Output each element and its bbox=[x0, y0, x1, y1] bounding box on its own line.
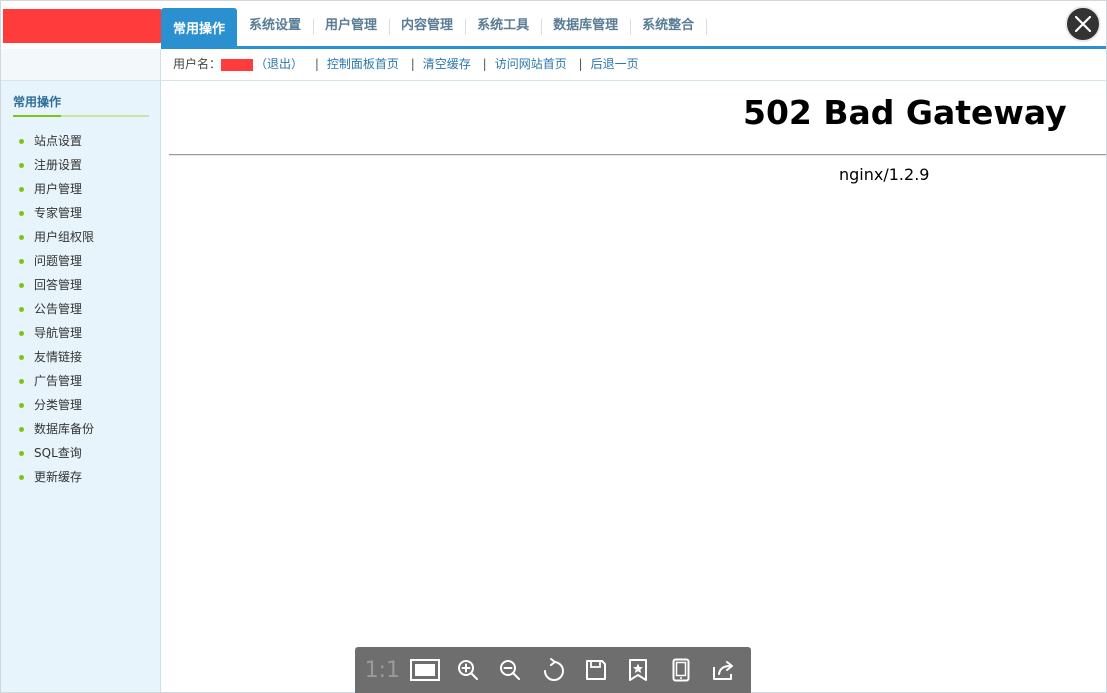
sidebar-item-question-management[interactable]: 问题管理 bbox=[1, 249, 160, 273]
tablet-icon bbox=[672, 658, 690, 682]
bullet-icon bbox=[19, 450, 24, 456]
sidebar-item-label: 站点设置 bbox=[34, 134, 83, 148]
zoom-out-icon bbox=[500, 660, 521, 680]
logout-link[interactable]: （退出） bbox=[255, 57, 303, 71]
tab-system-integration[interactable]: 系统整合 bbox=[630, 12, 708, 40]
redacted-username bbox=[221, 58, 254, 71]
sidebar-item-answer-management[interactable]: 回答管理 bbox=[1, 273, 160, 297]
sidebar-item-expert-management[interactable]: 专家管理 bbox=[1, 201, 160, 225]
fit-window-icon bbox=[409, 659, 440, 681]
sidebar-item-label: 广告管理 bbox=[34, 374, 83, 388]
sidebar-item-label: 导航管理 bbox=[34, 326, 83, 340]
image-viewer-toolbar: 1:1 bbox=[355, 647, 751, 693]
sidebar-item-user-management[interactable]: 用户管理 bbox=[1, 177, 160, 201]
sidebar-item-usergroup-permissions[interactable]: 用户组权限 bbox=[1, 225, 160, 249]
separator: | bbox=[410, 57, 415, 71]
sidebar-item-label: 公告管理 bbox=[34, 302, 83, 316]
share-button[interactable] bbox=[708, 654, 740, 686]
sidebar-item-update-cache[interactable]: 更新缓存 bbox=[1, 465, 160, 489]
sidebar-item-label: 回答管理 bbox=[34, 278, 83, 292]
sidebar-item-database-backup[interactable]: 数据库备份 bbox=[1, 417, 160, 441]
zoom-in-icon bbox=[457, 660, 478, 680]
error-title: 502 Bad Gateway bbox=[743, 93, 1067, 132]
sidebar-item-site-settings[interactable]: 站点设置 bbox=[1, 129, 160, 153]
sidebar-item-registration-settings[interactable]: 注册设置 bbox=[1, 153, 160, 177]
sidebar-item-label: 问题管理 bbox=[34, 254, 83, 268]
sidebar-item-announcement-management[interactable]: 公告管理 bbox=[1, 297, 160, 321]
top-navigation: 常用操作 系统设置 用户管理 内容管理 系统工具 数据库管理 系统整合 bbox=[161, 1, 1106, 49]
sidebar-item-label: 数据库备份 bbox=[34, 422, 95, 436]
bullet-icon bbox=[19, 162, 24, 168]
tab-content-management[interactable]: 内容管理 bbox=[389, 12, 467, 40]
bullet-icon bbox=[19, 186, 24, 192]
control-panel-home-link[interactable]: 控制面板首页 bbox=[327, 57, 399, 71]
bullet-icon bbox=[19, 306, 24, 312]
bullet-icon bbox=[19, 354, 24, 360]
sidebar-item-label: 注册设置 bbox=[34, 158, 83, 172]
bullet-icon bbox=[19, 426, 24, 432]
sidebar-title-underline bbox=[13, 115, 149, 117]
user-bar: 用户名： （退出） | 控制面板首页 | 清空缓存 | 访问网站首页 | 后退一页 bbox=[161, 49, 1106, 81]
share-icon bbox=[712, 661, 733, 680]
close-icon bbox=[1075, 16, 1091, 32]
sidebar-menu: 站点设置 注册设置 用户管理 专家管理 用户组权限 问题管理 回答管理 公告管理… bbox=[1, 117, 160, 489]
visit-site-home-link[interactable]: 访问网站首页 bbox=[495, 57, 567, 71]
separator: | bbox=[482, 57, 487, 71]
sidebar-item-label: SQL查询 bbox=[34, 446, 82, 460]
tab-database-management[interactable]: 数据库管理 bbox=[541, 12, 632, 40]
fit-window-button[interactable] bbox=[409, 654, 441, 686]
bullet-icon bbox=[19, 258, 24, 264]
clear-cache-link[interactable]: 清空缓存 bbox=[423, 57, 471, 71]
bullet-icon bbox=[19, 138, 24, 144]
tab-system-settings[interactable]: 系统设置 bbox=[237, 12, 315, 40]
save-icon bbox=[585, 660, 606, 680]
sidebar-item-label: 更新缓存 bbox=[34, 470, 83, 484]
tab-user-management[interactable]: 用户管理 bbox=[313, 12, 391, 40]
save-button[interactable] bbox=[580, 654, 612, 686]
go-back-link[interactable]: 后退一页 bbox=[591, 57, 639, 71]
tab-common-operations[interactable]: 常用操作 bbox=[161, 8, 238, 46]
tab-system-tools[interactable]: 系统工具 bbox=[465, 12, 543, 40]
sidebar-item-sql-query[interactable]: SQL查询 bbox=[1, 441, 160, 465]
redacted-logo bbox=[3, 9, 161, 43]
sidebar-header-strip bbox=[1, 49, 161, 81]
sidebar-item-ad-management[interactable]: 广告管理 bbox=[1, 369, 160, 393]
bullet-icon bbox=[19, 474, 24, 480]
rotate-icon bbox=[543, 658, 564, 681]
device-view-button[interactable] bbox=[665, 654, 697, 686]
sidebar-item-navigation-management[interactable]: 导航管理 bbox=[1, 321, 160, 345]
bullet-icon bbox=[19, 330, 24, 336]
sidebar-item-label: 用户管理 bbox=[34, 182, 83, 196]
logo-area bbox=[1, 1, 161, 49]
bookmark-button[interactable] bbox=[622, 654, 654, 686]
zoom-in-button[interactable] bbox=[452, 654, 484, 686]
admin-window: 常用操作 系统设置 用户管理 内容管理 系统工具 数据库管理 系统整合 用户名：… bbox=[0, 0, 1107, 693]
bullet-icon bbox=[19, 282, 24, 288]
close-button[interactable] bbox=[1065, 6, 1101, 42]
sidebar-item-friend-links[interactable]: 友情链接 bbox=[1, 345, 160, 369]
sidebar-item-label: 友情链接 bbox=[34, 350, 83, 364]
sidebar-item-label: 用户组权限 bbox=[34, 230, 95, 244]
zoom-out-button[interactable] bbox=[494, 654, 526, 686]
rotate-button[interactable] bbox=[537, 654, 569, 686]
actual-size-label: 1:1 bbox=[364, 657, 401, 683]
main-content: 502 Bad Gateway nginx/1.2.9 bbox=[161, 81, 1106, 692]
actual-size-button[interactable]: 1:1 bbox=[364, 654, 401, 686]
bullet-icon bbox=[19, 210, 24, 216]
bullet-icon bbox=[19, 234, 24, 240]
bullet-icon bbox=[19, 378, 24, 384]
server-signature: nginx/1.2.9 bbox=[839, 165, 930, 184]
separator: | bbox=[314, 57, 319, 71]
sidebar: 常用操作 站点设置 注册设置 用户管理 专家管理 用户组权限 问题管理 回答管理… bbox=[1, 81, 161, 692]
sidebar-item-label: 专家管理 bbox=[34, 206, 83, 220]
username-label: 用户名： bbox=[173, 57, 222, 71]
tab-bar: 常用操作 系统设置 用户管理 内容管理 系统工具 数据库管理 系统整合 bbox=[161, 1, 1106, 46]
sidebar-item-label: 分类管理 bbox=[34, 398, 83, 412]
sidebar-item-category-management[interactable]: 分类管理 bbox=[1, 393, 160, 417]
bookmark-star-icon bbox=[629, 659, 648, 681]
error-divider bbox=[169, 154, 1106, 156]
bullet-icon bbox=[19, 402, 24, 408]
separator: | bbox=[578, 57, 583, 71]
sidebar-title: 常用操作 bbox=[13, 95, 62, 109]
